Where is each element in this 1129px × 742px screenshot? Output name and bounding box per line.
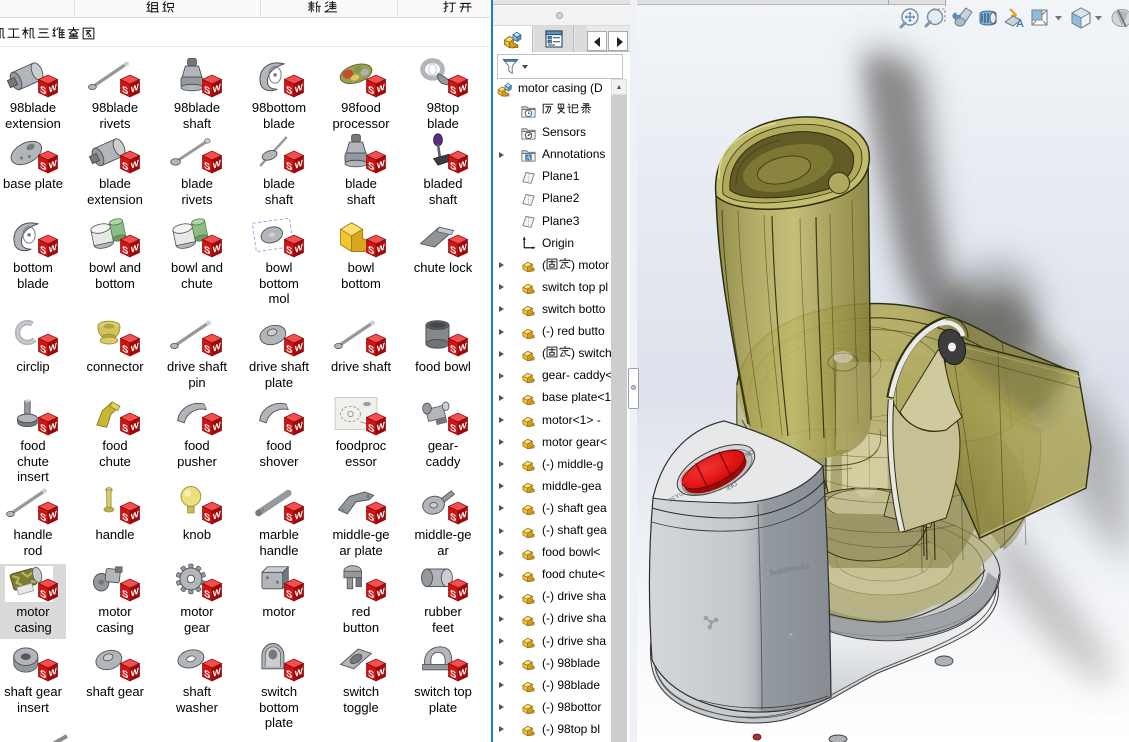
svg-text:A: A (1016, 18, 1024, 30)
